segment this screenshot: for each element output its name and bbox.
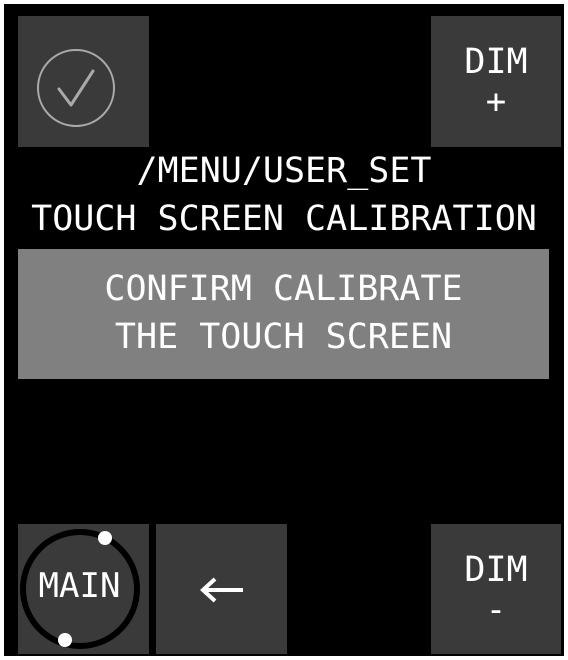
main-button[interactable]: MAIN [18,524,149,654]
dim-plus-sign: + [485,82,507,122]
banner-line-2: THE TOUCH SCREEN [114,317,453,357]
banner-line-1: CONFIRM CALIBRATE [104,269,463,309]
confirm-button[interactable] [18,16,149,147]
check-circle-icon [37,49,115,127]
left-arrow-icon [200,577,243,603]
device-screen: DIM + /MENU/USER_SET TOUCH SCREEN CALIBR… [4,4,564,656]
dim-minus-button[interactable]: DIM - [431,524,561,654]
main-label: MAIN [38,566,121,606]
confirm-banner[interactable]: CONFIRM CALIBRATE THE TOUCH SCREEN [18,249,549,379]
page-title: TOUCH SCREEN CALIBRATION [31,199,537,239]
back-button[interactable] [156,524,287,654]
dim-minus-sign: - [485,590,507,630]
dim-plus-label: DIM [464,42,528,82]
menu-path: /MENU/USER_SET [136,151,432,191]
dim-plus-button[interactable]: DIM + [431,16,561,147]
dim-minus-label: DIM [464,550,528,590]
